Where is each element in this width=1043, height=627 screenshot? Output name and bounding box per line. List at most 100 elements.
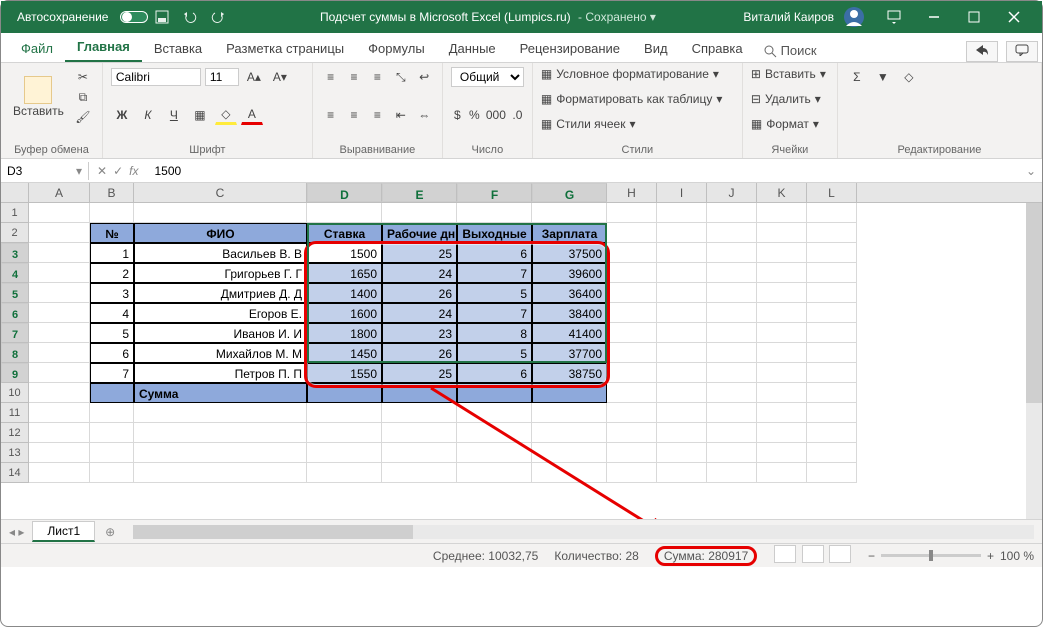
cell[interactable] [382,443,457,463]
border-icon[interactable]: ▦ [189,105,211,125]
select-all-corner[interactable] [1,183,29,202]
cell[interactable]: 7 [457,303,532,323]
cell[interactable] [457,443,532,463]
cell[interactable] [707,403,757,423]
cell[interactable] [757,283,807,303]
col-header[interactable]: F [457,183,532,202]
cell[interactable] [607,303,657,323]
close-icon[interactable] [994,1,1034,33]
align-right-icon[interactable]: ≡ [368,105,387,125]
row-header[interactable]: 13 [1,443,29,463]
cell[interactable]: Ставка [307,223,382,243]
cell[interactable] [607,363,657,383]
cell[interactable]: 2 [90,263,134,283]
fill-icon[interactable]: ▼ [872,67,894,87]
cell[interactable] [807,363,857,383]
cell[interactable] [607,443,657,463]
align-middle-icon[interactable]: ≡ [344,67,363,87]
row-header[interactable]: 3 [1,243,29,263]
cell[interactable]: 1550 [307,363,382,383]
paste-button[interactable]: Вставить [9,72,68,122]
cell[interactable]: 1650 [307,263,382,283]
view-pagebreak-icon[interactable] [829,545,851,563]
cell[interactable]: Григорьев Г. Г [134,263,307,283]
cell[interactable] [532,403,607,423]
col-header[interactable]: L [807,183,857,202]
cell[interactable] [29,403,90,423]
cell[interactable] [29,383,90,403]
cancel-formula-icon[interactable]: ✕ [97,164,107,178]
cell[interactable]: 3 [90,283,134,303]
row-header[interactable]: 11 [1,403,29,423]
increase-font-icon[interactable]: A▴ [243,67,265,87]
cell[interactable] [657,283,707,303]
col-header[interactable]: A [29,183,90,202]
cell[interactable] [382,383,457,403]
cell[interactable] [707,423,757,443]
cell[interactable] [807,443,857,463]
cell[interactable]: 1500 [307,243,382,263]
cell[interactable] [90,463,134,483]
row-header[interactable]: 1 [1,203,29,223]
tab-insert[interactable]: Вставка [142,35,214,62]
cell[interactable]: 25 [382,363,457,383]
cell[interactable] [657,243,707,263]
ribbon-options-icon[interactable] [874,1,914,33]
clear-icon[interactable]: ◇ [898,67,920,87]
cell[interactable] [382,423,457,443]
cell[interactable] [307,423,382,443]
conditional-formatting[interactable]: ▦ Условное форматирование ▾ [541,67,734,81]
col-header[interactable]: G [532,183,607,202]
insert-cells[interactable]: ⊞ Вставить ▾ [751,67,829,81]
cell[interactable]: № [90,223,134,243]
row-header[interactable]: 9 [1,363,29,383]
zoom-in-icon[interactable]: + [987,549,994,563]
cell[interactable] [90,403,134,423]
tab-view[interactable]: Вид [632,35,680,62]
cell[interactable] [134,403,307,423]
cell[interactable]: 1 [90,243,134,263]
autosave-toggle[interactable] [120,11,148,23]
cell[interactable] [757,423,807,443]
cell[interactable] [607,263,657,283]
font-size[interactable] [205,68,239,86]
italic-icon[interactable]: К [137,105,159,125]
maximize-icon[interactable] [954,1,994,33]
cell[interactable] [757,403,807,423]
cell[interactable]: 8 [457,323,532,343]
cell[interactable] [757,463,807,483]
cell[interactable] [90,383,134,403]
align-top-icon[interactable]: ≡ [321,67,340,87]
cell[interactable]: 6 [457,243,532,263]
cell[interactable] [707,203,757,223]
sheet-nav[interactable]: ◂ ▸ [1,525,32,539]
cell[interactable] [532,443,607,463]
wrap-text-icon[interactable]: ↩ [415,67,434,87]
fill-color-icon[interactable]: ◇ [215,105,237,125]
cell[interactable] [307,383,382,403]
row-header[interactable]: 6 [1,303,29,323]
cell[interactable] [657,223,707,243]
row-header[interactable]: 4 [1,263,29,283]
cell[interactable] [757,243,807,263]
cell[interactable]: 7 [90,363,134,383]
cell[interactable] [607,283,657,303]
cell[interactable]: 41400 [532,323,607,343]
cell[interactable] [807,403,857,423]
cell[interactable]: ФИО [134,223,307,243]
cell[interactable] [90,203,134,223]
cell[interactable] [807,343,857,363]
cell[interactable] [307,403,382,423]
cell[interactable] [29,283,90,303]
cell[interactable] [807,383,857,403]
comma-icon[interactable]: 000 [485,105,507,125]
font-name[interactable] [111,68,201,86]
cell[interactable] [29,323,90,343]
cell[interactable] [707,383,757,403]
currency-icon[interactable]: $ [451,105,464,125]
autosum-icon[interactable]: Σ [846,67,868,87]
cell[interactable]: 37500 [532,243,607,263]
cell[interactable] [707,243,757,263]
cell[interactable]: 5 [457,283,532,303]
cell[interactable] [607,383,657,403]
